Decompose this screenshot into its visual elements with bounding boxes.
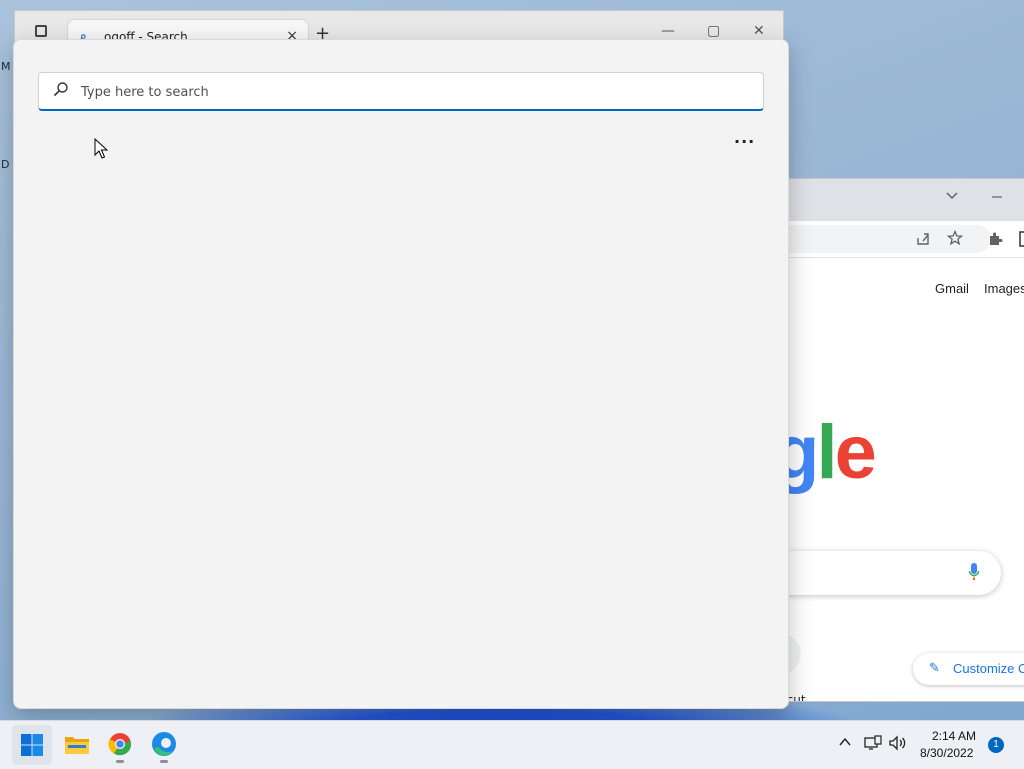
network-icon[interactable]	[864, 735, 882, 751]
file-explorer-button[interactable]	[57, 725, 97, 765]
share-icon[interactable]	[915, 231, 931, 247]
mic-icon[interactable]	[969, 563, 979, 581]
clock-date[interactable]: 8/30/2022	[920, 746, 973, 760]
chrome-window: Gmail Images gle rtcut ✎ Customize C	[780, 178, 1024, 702]
pencil-icon: ✎	[929, 661, 940, 676]
minimize-icon[interactable]	[991, 191, 1003, 203]
sidepanel-icon[interactable]	[1019, 231, 1024, 247]
chrome-title-bar	[781, 179, 1024, 221]
google-search-box[interactable]	[781, 551, 1001, 595]
logo-letter: e	[834, 410, 877, 495]
clock-time[interactable]: 2:14 AM	[932, 729, 976, 743]
start-icon	[21, 734, 43, 756]
address-bar[interactable]	[781, 225, 991, 253]
search-input[interactable]	[79, 73, 753, 111]
gmail-link[interactable]: Gmail	[935, 281, 969, 296]
tab-actions-icon[interactable]	[35, 25, 47, 37]
desktop-icon-label-fragment: M	[1, 60, 11, 73]
chrome-taskbar-button[interactable]	[100, 725, 140, 765]
taskbar: 2:14 AM 8/30/2022 1	[0, 720, 1024, 769]
desktop-icon-label-fragment: D	[1, 158, 10, 171]
edge-taskbar-button[interactable]	[144, 725, 184, 765]
chrome-toolbar	[781, 221, 1024, 258]
search-box[interactable]	[38, 72, 764, 111]
windows-search-panel: ···	[13, 39, 789, 709]
mouse-cursor-icon	[94, 138, 108, 159]
running-indicator	[160, 760, 168, 763]
logo-letter: l	[816, 410, 837, 495]
star-icon[interactable]	[947, 230, 963, 246]
volume-icon[interactable]	[888, 735, 908, 751]
customize-chrome-button[interactable]: ✎ Customize C	[913, 653, 1024, 685]
start-button[interactable]	[12, 725, 52, 765]
edge-icon	[152, 732, 176, 756]
close-button[interactable]: ✕	[753, 23, 765, 39]
images-link[interactable]: Images	[984, 281, 1024, 296]
chevron-down-icon[interactable]	[945, 189, 959, 203]
search-icon	[53, 82, 68, 97]
notification-badge[interactable]: 1	[988, 737, 1004, 753]
more-options-button[interactable]: ···	[734, 132, 755, 151]
chevron-up-icon[interactable]	[838, 735, 852, 749]
chrome-icon	[108, 733, 132, 756]
customize-label: Customize C	[953, 661, 1024, 676]
file-explorer-icon	[65, 737, 89, 754]
google-logo: gle	[781, 409, 877, 496]
minimize-button[interactable]: —	[661, 23, 675, 39]
extension-icon[interactable]	[987, 231, 1003, 247]
running-indicator	[116, 760, 124, 763]
maximize-button[interactable]: ▢	[707, 23, 720, 39]
